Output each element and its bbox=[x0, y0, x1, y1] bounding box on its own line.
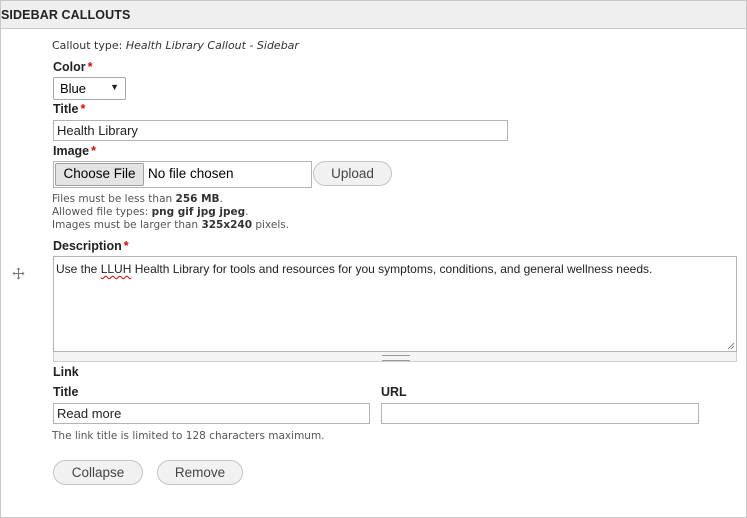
link-help: The link title is limited to 128 charact… bbox=[52, 430, 325, 442]
required-marker: * bbox=[87, 60, 93, 74]
help-text: pixels. bbox=[252, 219, 290, 231]
callout-type-label: Callout type: bbox=[52, 39, 123, 52]
link-url-input[interactable] bbox=[381, 403, 699, 424]
callout-type-value: Health Library Callout - Sidebar bbox=[125, 39, 299, 52]
color-select[interactable]: Blue ▼ bbox=[53, 77, 126, 100]
file-status: No file chosen bbox=[148, 166, 234, 181]
remove-button[interactable]: Remove bbox=[157, 460, 243, 485]
move-arrows-icon[interactable] bbox=[11, 267, 25, 281]
help-types-value: png gif jpg jpeg bbox=[151, 206, 246, 218]
title-input[interactable]: Health Library bbox=[53, 120, 508, 141]
resize-corner-icon[interactable] bbox=[727, 342, 735, 350]
color-label: Color * bbox=[53, 60, 93, 74]
required-marker: * bbox=[91, 144, 97, 158]
sidebar-callouts-panel: SIDEBAR CALLOUTS Callout type: Health Li… bbox=[0, 0, 747, 518]
required-marker: * bbox=[80, 102, 86, 116]
help-dims-value: 325x240 bbox=[201, 219, 253, 231]
description-textarea[interactable]: Use the LLUH Health Library for tools an… bbox=[53, 256, 737, 352]
title-label: Title * bbox=[53, 102, 85, 116]
help-text: . bbox=[245, 206, 249, 218]
help-text: Allowed file types: bbox=[52, 206, 152, 218]
image-help-dimensions: Images must be larger than 325x240 pixel… bbox=[52, 219, 289, 232]
panel-title: SIDEBAR CALLOUTS bbox=[1, 1, 746, 29]
description-text-part: Health Library for tools and resources f… bbox=[131, 262, 653, 276]
color-select-value: Blue bbox=[60, 81, 87, 96]
image-label: Image * bbox=[53, 144, 96, 158]
callout-type: Callout type: Health Library Callout - S… bbox=[52, 39, 299, 52]
description-label: Description * bbox=[53, 239, 129, 253]
help-text: Files must be less than bbox=[52, 193, 176, 205]
upload-button[interactable]: Upload bbox=[313, 161, 392, 186]
help-size-value: 256 MB bbox=[175, 193, 220, 205]
title-label-text: Title bbox=[53, 102, 79, 116]
help-text: Images must be larger than bbox=[52, 219, 202, 231]
required-marker: * bbox=[123, 239, 129, 253]
description-label-text: Description bbox=[53, 239, 122, 253]
link-title-label: Title bbox=[53, 385, 79, 399]
choose-file-button[interactable]: Choose File bbox=[55, 163, 144, 186]
link-url-label: URL bbox=[381, 385, 407, 399]
file-picker: Choose File No file chosen bbox=[53, 161, 312, 188]
move-arrows-glyph bbox=[12, 267, 24, 280]
description-text-part: Use the bbox=[56, 262, 101, 276]
color-label-text: Color bbox=[53, 60, 86, 74]
misspelled-word: LLUH bbox=[100, 262, 132, 276]
image-label-text: Image bbox=[53, 144, 90, 158]
resize-grip-icon[interactable] bbox=[53, 352, 737, 362]
description-text: Use the LLUH Health Library for tools an… bbox=[56, 262, 652, 276]
help-text: . bbox=[219, 193, 223, 205]
image-help-types: Allowed file types: png gif jpg jpeg. bbox=[52, 206, 249, 219]
link-title-input[interactable]: Read more bbox=[53, 403, 370, 424]
collapse-button[interactable]: Collapse bbox=[53, 460, 143, 485]
image-help-size: Files must be less than 256 MB. bbox=[52, 193, 223, 206]
chevron-down-icon: ▼ bbox=[110, 82, 119, 92]
link-section-label: Link bbox=[53, 365, 79, 379]
